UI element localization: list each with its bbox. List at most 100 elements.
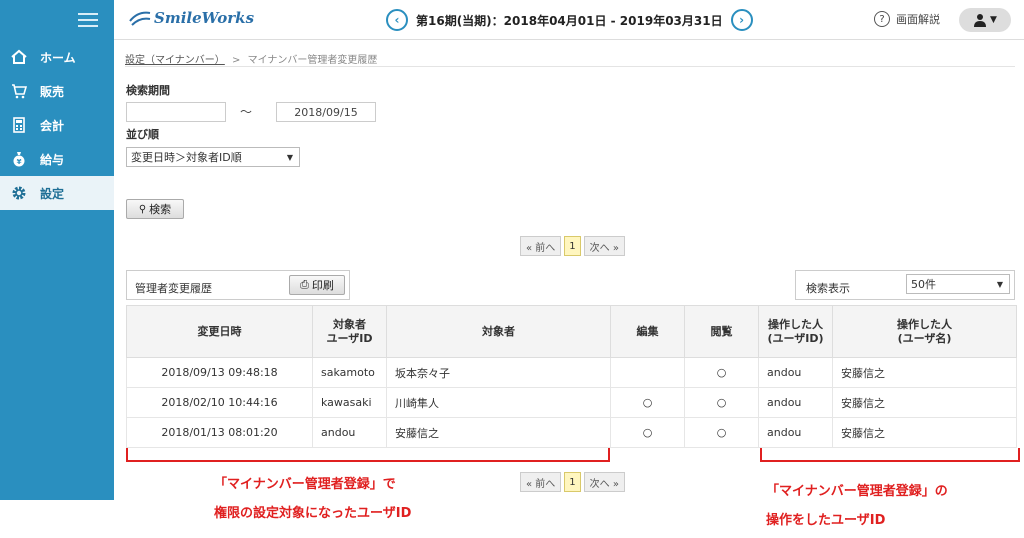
panel-title: 管理者変更履歴 [135,282,212,295]
cell-operator-id: andou [758,387,833,418]
sidebar-item-label: 給与 [40,152,65,167]
home-icon [10,48,28,66]
range-tilde: 〜 [240,105,253,119]
sidebar-item-label: 会計 [40,118,65,133]
date-to-input[interactable]: 2018/09/15 [276,102,376,122]
cell-operator-id: andou [758,417,833,448]
cell-edit [610,357,685,388]
cell-operator-name: 安藤信之 [832,387,1017,418]
annotation-left-line1: 「マイナンバー管理者登録」で [214,477,396,492]
print-button[interactable]: ⎙ 印刷 [289,275,345,295]
cell-date: 2018/02/10 10:44:16 [126,387,313,418]
display-count-label: 検索表示 [806,282,850,295]
breadcrumb-separator: > [232,55,241,66]
sidebar-item-settings[interactable]: 設定 [0,176,114,210]
display-count-value: 50件 [911,278,936,291]
money-bag-icon: ¥ [10,150,28,168]
divider [125,66,1015,67]
display-count-panel: 検索表示 50件 ▼ [795,270,1015,300]
menu-toggle-icon[interactable] [78,13,98,27]
cell-target-id: kawasaki [312,387,387,418]
print-button-label: 印刷 [311,279,334,292]
col-target: 対象者 [386,305,611,358]
pager-top: « 前へ 1 次へ » [520,236,628,256]
annotation-bracket-right [760,448,1020,462]
table-header-row: 変更日時 対象者 ユーザID 対象者 編集 閲覧 操作した人 (ユーザID) 操作し… [126,305,1017,358]
table-row: 2018/09/13 09:48:18 sakamoto 坂本奈々子 ○ and… [126,357,1017,388]
cell-view: ○ [684,417,759,448]
display-count-select[interactable]: 50件 ▼ [906,274,1010,294]
annotation-right-line2: 操作をしたユーザID [766,513,886,528]
dropdown-arrow-icon: ▼ [996,279,1003,289]
cell-edit: ○ [610,387,685,418]
app-root: ホーム 販売 会計 ¥ 給与 設定 SmileWorks ‹ 第16期(当期)：… [0,0,1024,538]
smile-logo-icon [129,11,151,26]
current-page[interactable]: 1 [564,236,581,256]
sort-select-value: 変更日時＞対象者ID順 [131,151,242,164]
breadcrumb-parent-link[interactable]: 設定（マイナンバー） [125,55,225,66]
cell-operator-name: 安藤信之 [832,357,1017,388]
question-icon: ? [874,11,890,27]
sidebar: ホーム 販売 会計 ¥ 給与 設定 [0,0,114,500]
sidebar-item-label: ホーム [40,50,76,65]
cell-view: ○ [684,357,759,388]
history-panel: 管理者変更履歴 ⎙ 印刷 [126,270,350,300]
col-date: 変更日時 [126,305,313,358]
period-selector: ‹ 第16期(当期)：2018年04月01日 - 2019年03月31日 › [386,9,753,31]
col-edit: 編集 [610,305,685,358]
cell-target: 坂本奈々子 [386,357,611,388]
col-operator-id: 操作した人 (ユーザID) [758,305,833,358]
user-icon [974,14,987,27]
period-label: 検索期間 [126,84,170,97]
prev-page-button[interactable]: « 前へ [520,236,562,256]
app-logo[interactable]: SmileWorks [128,9,254,27]
search-button-label: 検索 [149,203,172,216]
next-period-button[interactable]: › [730,9,753,31]
cell-date: 2018/01/13 08:01:20 [126,417,313,448]
svg-text:¥: ¥ [17,158,22,166]
cart-icon [10,82,28,100]
cell-operator-id: andou [758,357,833,388]
top-header: SmileWorks ‹ 第16期(当期)：2018年04月01日 - 2019… [114,0,1024,40]
cell-target: 安藤信之 [386,417,611,448]
table-row: 2018/01/13 08:01:20 andou 安藤信之 ○ ○ andou… [126,417,1017,448]
user-menu-button[interactable]: ▼ [959,8,1011,32]
sidebar-item-sales[interactable]: 販売 [0,74,114,108]
search-button[interactable]: ⚲ 検索 [126,199,184,219]
history-table: 変更日時 対象者 ユーザID 対象者 編集 閲覧 操作した人 (ユーザID) 操作し… [126,305,1017,448]
caret-down-icon: ▼ [990,15,997,25]
period-text: 第16期(当期)：2018年04月01日 - 2019年03月31日 [416,13,723,28]
dropdown-arrow-icon: ▼ [286,152,293,162]
sidebar-item-label: 設定 [40,186,65,201]
calculator-icon [10,116,28,134]
next-page-button[interactable]: 次へ » [583,236,625,256]
help-label: 画面解説 [896,13,940,26]
gear-icon [10,184,28,202]
prev-period-button[interactable]: ‹ [386,9,408,31]
col-view: 閲覧 [684,305,759,358]
help-link[interactable]: ? 画面解説 [874,11,940,27]
cell-edit: ○ [610,417,685,448]
breadcrumb: 設定（マイナンバー） > マイナンバー管理者変更履歴 [125,51,377,66]
sort-select[interactable]: 変更日時＞対象者ID順 ▼ [126,147,300,167]
annotation-left-line2: 権限の設定対象になったユーザID [214,506,412,521]
logo-text: SmileWorks [154,9,255,27]
sidebar-item-home[interactable]: ホーム [0,40,114,74]
print-icon: ⎙ [300,278,309,291]
annotation-right-line1: 「マイナンバー管理者登録」の [766,484,948,499]
col-operator-name: 操作した人 (ユーザ名) [832,305,1017,358]
cell-target-id: andou [312,417,387,448]
table-row: 2018/02/10 10:44:16 kawasaki 川崎隼人 ○ ○ an… [126,387,1017,418]
cell-date: 2018/09/13 09:48:18 [126,357,313,388]
pager-bottom: « 前へ 1 次へ » [520,472,628,492]
sidebar-item-accounting[interactable]: 会計 [0,108,114,142]
current-page[interactable]: 1 [564,472,581,492]
prev-page-button[interactable]: « 前へ [520,472,562,492]
date-from-input[interactable] [126,102,226,122]
search-icon: ⚲ [138,203,147,215]
sort-label: 並び順 [126,128,159,141]
next-page-button[interactable]: 次へ » [583,472,625,492]
sidebar-item-payroll[interactable]: ¥ 給与 [0,142,114,176]
cell-operator-name: 安藤信之 [832,417,1017,448]
breadcrumb-current: マイナンバー管理者変更履歴 [247,55,378,66]
